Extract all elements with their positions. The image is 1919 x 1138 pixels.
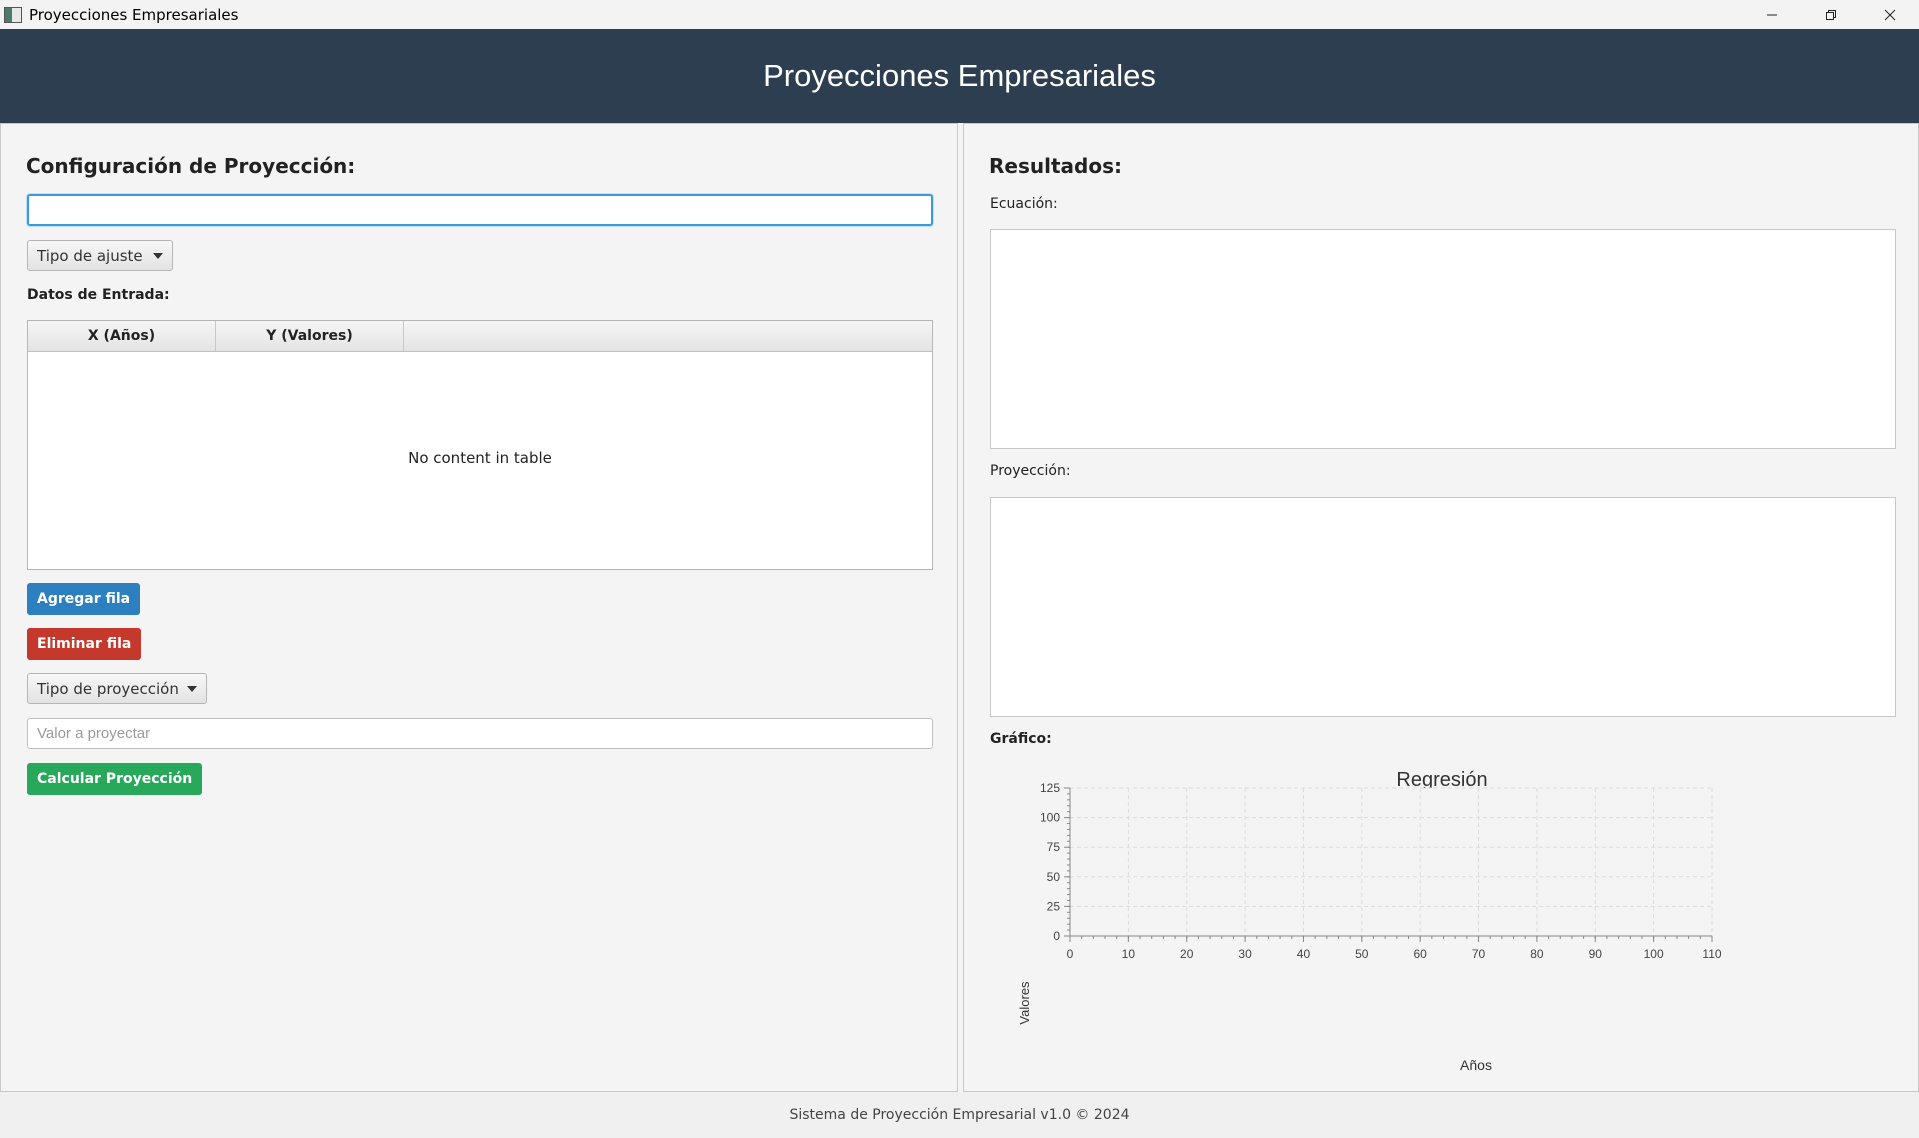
x-tick-label: 100: [1644, 947, 1664, 961]
y-tick-label: 50: [1047, 870, 1061, 884]
x-tick-label: 20: [1180, 947, 1194, 961]
y-tick-label: 125: [1040, 781, 1060, 795]
projection-label: Proyección:: [990, 463, 1071, 479]
chevron-down-icon: [187, 686, 197, 692]
y-tick-label: 75: [1047, 840, 1061, 854]
configuration-panel: Configuración de Proyección: Tipo de aju…: [0, 123, 958, 1092]
x-tick-label: 60: [1414, 947, 1428, 961]
app-icon: [4, 6, 22, 23]
results-title: Resultados:: [989, 154, 1122, 178]
x-tick-label: 0: [1067, 947, 1074, 961]
chevron-down-icon: [153, 253, 163, 259]
projection-output[interactable]: [990, 497, 1896, 717]
chart-grid: [1070, 787, 1713, 936]
x-tick-label: 10: [1122, 947, 1136, 961]
projection-value-input[interactable]: [27, 718, 933, 749]
add-row-button[interactable]: Agregar fila: [27, 583, 141, 615]
y-tick-label: 0: [1053, 929, 1060, 943]
plot-area: [1070, 788, 1712, 936]
projection-type-select-label: Tipo de proyección: [37, 679, 179, 698]
x-tick-label: 90: [1589, 947, 1603, 961]
projection-type-select[interactable]: Tipo de proyección: [27, 673, 207, 704]
y-axis-label: Valores: [1017, 981, 1032, 1025]
fit-type-select-label: Tipo de ajuste: [37, 246, 143, 265]
y-tick-label: 100: [1040, 811, 1060, 825]
x-tick-label: 80: [1530, 947, 1544, 961]
delete-row-button[interactable]: Eliminar fila: [27, 628, 142, 660]
y-tick-label: 25: [1047, 899, 1061, 913]
chart-label: Gráfico:: [990, 731, 1052, 747]
calculate-projection-button[interactable]: Calcular Proyección: [27, 763, 203, 795]
table-empty-message: No content in table: [408, 449, 552, 467]
column-header-y[interactable]: Y (Valores): [216, 321, 404, 351]
results-panel: Resultados: Ecuación: Proyección: Gráfic…: [963, 123, 1919, 1092]
window-title-bar: Proyecciones Empresariales: [0, 0, 1919, 29]
restore-icon[interactable]: [1801, 0, 1860, 29]
status-bar: Sistema de Proyección Empresarial v1.0 ©…: [0, 1092, 1919, 1138]
fit-type-select[interactable]: Tipo de ajuste: [27, 240, 173, 271]
x-tick-label: 70: [1472, 947, 1486, 961]
column-header-x[interactable]: X (Años): [28, 321, 216, 351]
input-data-label: Datos de Entrada:: [27, 287, 170, 303]
x-tick-label: 40: [1297, 947, 1311, 961]
close-icon[interactable]: [1860, 0, 1919, 29]
window-controls: [1742, 0, 1919, 29]
x-tick-label: 30: [1238, 947, 1252, 961]
equation-output[interactable]: [990, 229, 1896, 449]
table-header: X (Años) Y (Valores): [28, 321, 932, 352]
app-header: Proyecciones Empresariales: [0, 29, 1919, 123]
window-title: Proyecciones Empresariales: [29, 5, 239, 24]
input-data-table[interactable]: X (Años) Y (Valores) No content in table: [27, 320, 933, 570]
x-axis-label: Años: [1460, 1057, 1492, 1073]
app-title: Proyecciones Empresariales: [763, 58, 1156, 93]
configuration-title: Configuración de Proyección:: [26, 154, 356, 178]
equation-label: Ecuación:: [990, 196, 1058, 212]
regression-chart: Regresión 0 10 20 30 40 50 60 70 80 90 100 11002550…: [1017, 769, 1722, 1073]
projection-name-input[interactable]: [27, 194, 933, 226]
minimize-icon[interactable]: [1742, 0, 1801, 29]
x-tick-label: 110: [1702, 947, 1721, 961]
x-tick-label: 50: [1355, 947, 1369, 961]
